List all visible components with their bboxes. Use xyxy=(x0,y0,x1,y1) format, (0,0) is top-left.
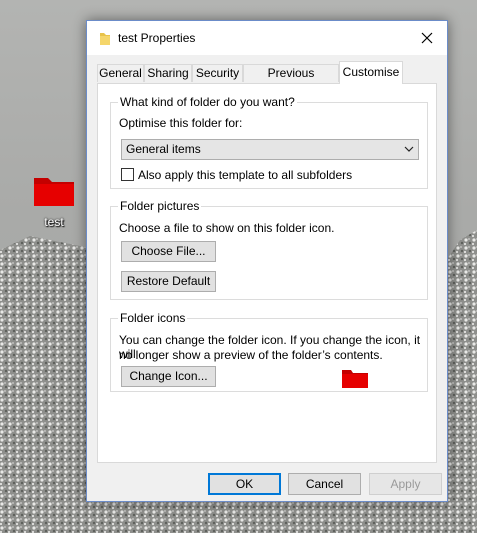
apply-subfolders-label[interactable]: Also apply this template to all subfolde… xyxy=(138,168,352,182)
cancel-button[interactable]: Cancel xyxy=(288,473,361,495)
desktop-folder[interactable]: test xyxy=(28,172,80,229)
folder-icon xyxy=(100,33,110,45)
tab-sharing[interactable]: Sharing xyxy=(144,64,192,82)
tab-customise[interactable]: Customise xyxy=(339,61,403,84)
properties-dialog: test Properties General Sharing Security… xyxy=(86,20,448,502)
apply-subfolders-checkbox[interactable] xyxy=(121,168,134,181)
ok-button[interactable]: OK xyxy=(208,473,281,495)
folder-type-group-title: What kind of folder do you want? xyxy=(118,95,297,109)
restore-default-button[interactable]: Restore Default xyxy=(121,271,216,292)
change-icon-button[interactable]: Change Icon... xyxy=(121,366,216,387)
folder-icons-group-title: Folder icons xyxy=(118,311,188,325)
title-bar[interactable]: test Properties xyxy=(87,21,447,55)
tab-general[interactable]: General xyxy=(97,64,144,82)
customise-panel: What kind of folder do you want? Optimis… xyxy=(97,83,437,463)
desktop-folder-label: test xyxy=(44,215,64,229)
chevron-down-icon xyxy=(404,146,414,152)
optimise-select-value: General items xyxy=(126,142,201,156)
folder-icon xyxy=(34,178,74,206)
close-icon xyxy=(421,32,433,44)
apply-button[interactable]: Apply xyxy=(369,473,442,495)
close-button[interactable] xyxy=(407,21,447,55)
choose-file-button[interactable]: Choose File... xyxy=(121,241,216,262)
folder-icons-description-line2: no longer show a preview of the folder’s… xyxy=(119,348,383,362)
folder-pictures-group-title: Folder pictures xyxy=(118,199,202,213)
tab-previous-versions[interactable]: Previous Versions xyxy=(243,64,339,97)
folder-pictures-group: Folder pictures Choose a file to show on… xyxy=(110,199,428,300)
tab-security[interactable]: Security xyxy=(192,64,243,82)
folder-icons-group: Folder icons You can change the folder i… xyxy=(110,311,428,392)
window-title: test Properties xyxy=(118,31,196,45)
folder-pictures-description: Choose a file to show on this folder ico… xyxy=(119,221,335,235)
folder-type-group: What kind of folder do you want? Optimis… xyxy=(110,95,428,189)
optimise-select[interactable]: General items xyxy=(121,139,419,160)
folder-icon-preview xyxy=(342,370,368,388)
optimise-label: Optimise this folder for: xyxy=(119,116,243,130)
